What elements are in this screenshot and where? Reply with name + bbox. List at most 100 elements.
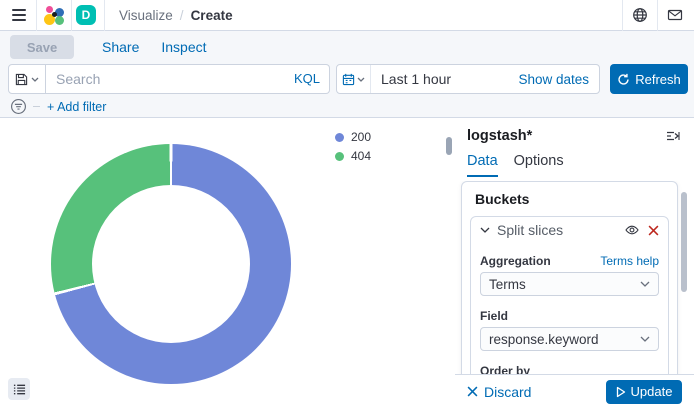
split-slices-section: Split slices (470, 216, 669, 374)
aggregation-label: Aggregation (480, 254, 551, 268)
breadcrumb: Visualize / Create (119, 8, 233, 23)
chevron-down-icon (640, 281, 650, 287)
date-picker: Last 1 hour Show dates (336, 64, 600, 94)
filter-divider (33, 106, 40, 107)
discard-label: Discard (484, 384, 531, 400)
play-icon (616, 386, 626, 398)
legend-label-200: 200 (351, 130, 371, 144)
refresh-icon (617, 73, 630, 86)
order-by-row-head: Order by (480, 364, 659, 374)
update-button[interactable]: Update (606, 380, 682, 404)
space-avatar[interactable]: D (76, 5, 96, 25)
breadcrumb-visualize[interactable]: Visualize (119, 8, 173, 23)
inspect-button[interactable]: Inspect (161, 39, 206, 55)
nav-divider (622, 0, 623, 31)
query-language-button[interactable]: KQL (294, 71, 320, 86)
time-range-value[interactable]: Last 1 hour (381, 71, 451, 87)
date-quick-select-button[interactable] (337, 65, 371, 93)
query-bar: KQL Last 1 hour Show dates Refresh (0, 63, 694, 95)
globe-icon (632, 7, 648, 23)
breadcrumb-separator: / (180, 8, 184, 23)
field-label: Field (480, 309, 508, 323)
buckets-title: Buckets (470, 191, 669, 207)
sidebar-scroll-area[interactable]: Buckets Split slices (455, 181, 694, 374)
chevron-down-icon (357, 77, 365, 82)
panel-resize-handle[interactable] (446, 137, 452, 155)
sidebar-tabs: Data Options (467, 153, 564, 177)
field-row-head: Field (480, 309, 659, 323)
sidebar-scrollbar[interactable] (681, 192, 687, 292)
terms-help-link[interactable]: Terms help (600, 254, 659, 268)
aggregation-select[interactable]: Terms (480, 272, 659, 296)
filter-bar: + Add filter (0, 95, 694, 118)
mail-icon (667, 7, 683, 23)
calendar-icon (342, 73, 355, 86)
legend-item-404[interactable]: 404 (335, 149, 371, 163)
sidebar-footer: Discard Update (455, 374, 694, 408)
discard-button[interactable]: Discard (467, 384, 531, 400)
kibana-visualize-app: D Visualize / Create Save Shar (0, 0, 694, 408)
filter-icon[interactable] (10, 98, 27, 115)
breadcrumb-create: Create (191, 8, 233, 23)
search-input[interactable] (46, 64, 330, 94)
topnav-right-section (618, 0, 688, 31)
refresh-button[interactable]: Refresh (610, 64, 688, 94)
split-slices-header[interactable]: Split slices (471, 217, 668, 243)
home-button[interactable] (41, 2, 67, 28)
nav-divider (104, 0, 105, 31)
collapse-panel-icon (666, 129, 680, 143)
show-dates-button[interactable]: Show dates (518, 72, 589, 87)
chevron-down-icon (31, 77, 39, 82)
saved-query-menu-button[interactable] (8, 64, 46, 94)
header-block: Save Share Inspect KQL (0, 31, 694, 118)
visualization-canvas: 200 404 (0, 119, 455, 408)
eye-icon (625, 223, 639, 237)
aggregation-value: Terms (489, 277, 640, 292)
field-select[interactable]: response.keyword (480, 327, 659, 351)
share-button[interactable]: Share (102, 39, 139, 55)
collapse-sidebar-button[interactable] (664, 127, 682, 145)
update-label: Update (631, 384, 673, 399)
tab-options[interactable]: Options (514, 153, 564, 177)
legend-toggle-icon (13, 383, 26, 396)
legend-label-404: 404 (351, 149, 371, 163)
nav-divider (657, 0, 658, 31)
search-field-wrap: KQL (46, 64, 330, 94)
nav-divider (36, 0, 37, 31)
save-button[interactable]: Save (10, 35, 74, 59)
menu-button[interactable] (6, 2, 32, 28)
legend-swatch-200 (335, 133, 344, 142)
split-slices-body: Aggregation Terms help Terms Field respo… (471, 243, 668, 374)
top-navigation-bar: D Visualize / Create (0, 0, 694, 31)
donut-chart[interactable] (51, 144, 291, 384)
chevron-down-icon (480, 227, 490, 233)
chart-legend: 200 404 (335, 130, 371, 163)
order-by-label: Order by (480, 364, 530, 374)
sidebar-header: logstash* (455, 119, 694, 145)
buckets-panel: Buckets Split slices (461, 181, 678, 374)
search-group: KQL (8, 64, 330, 94)
tab-data[interactable]: Data (467, 153, 498, 177)
split-slices-label: Split slices (497, 222, 563, 238)
field-value: response.keyword (489, 332, 640, 347)
refresh-label: Refresh (635, 72, 681, 87)
toolbar: Save Share Inspect (0, 31, 694, 63)
toggle-visibility-button[interactable] (625, 223, 639, 237)
remove-bucket-button[interactable] (648, 225, 659, 236)
chevron-down-icon (640, 336, 650, 342)
add-filter-button[interactable]: + Add filter (47, 100, 106, 114)
legend-swatch-404 (335, 152, 344, 161)
index-pattern-title: logstash* (467, 128, 532, 144)
elastic-logo-icon (43, 4, 65, 26)
aggregation-row-head: Aggregation Terms help (480, 254, 659, 268)
legend-toggle-button[interactable] (8, 378, 30, 400)
save-icon (15, 73, 28, 86)
vis-editor-sidebar: logstash* Data Options Buckets Split sli… (455, 119, 694, 408)
remove-x-icon (648, 225, 659, 236)
hamburger-icon (12, 9, 26, 21)
legend-item-200[interactable]: 200 (335, 130, 371, 144)
discard-x-icon (467, 386, 478, 397)
donut-hole (92, 185, 250, 343)
globe-button[interactable] (627, 2, 653, 28)
feedback-button[interactable] (662, 2, 688, 28)
